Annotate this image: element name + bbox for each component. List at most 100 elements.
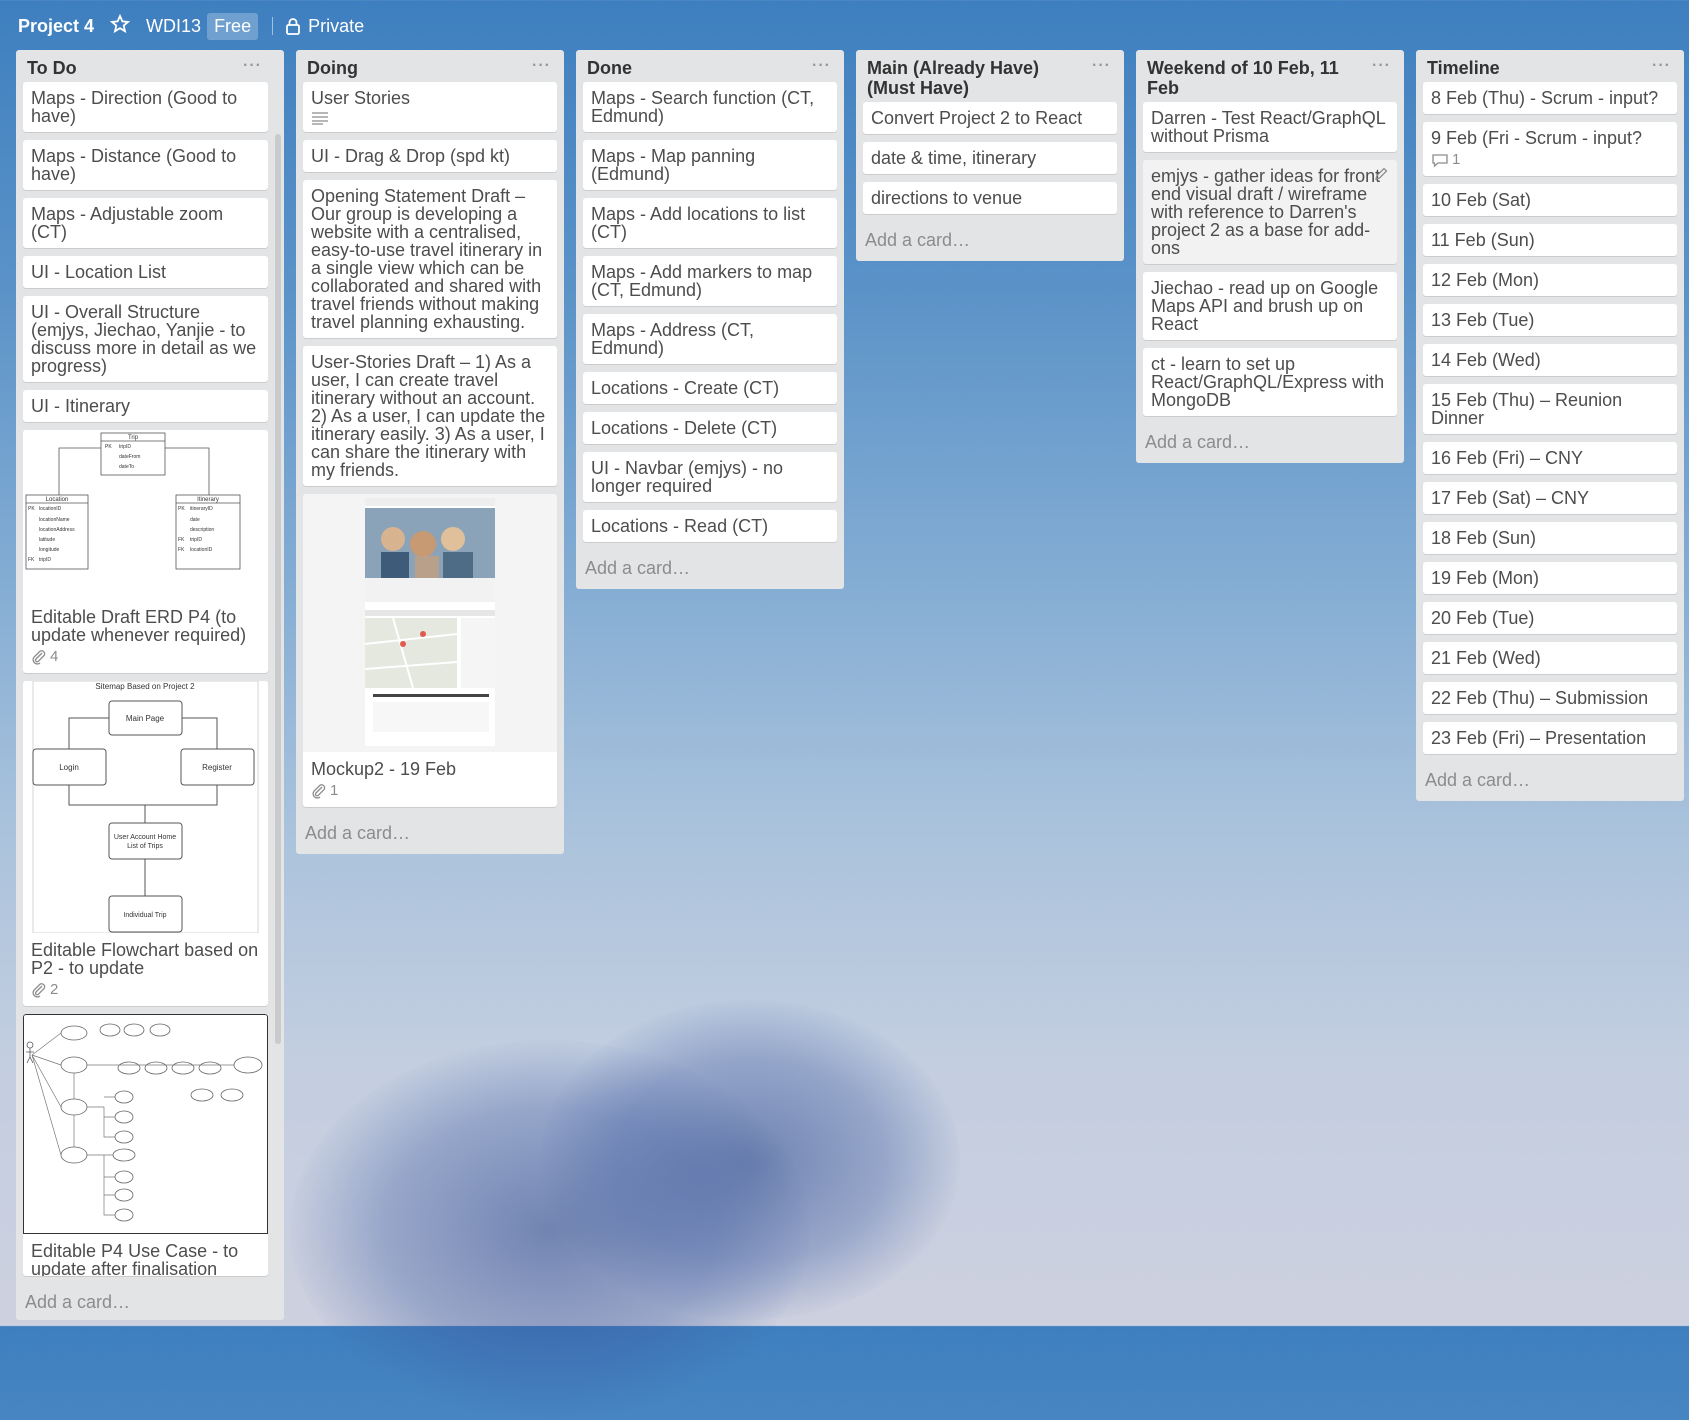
card-title: Darren - Test React/GraphQL without Pris… (1151, 108, 1386, 146)
card[interactable]: 10 Feb (Sat) (1423, 184, 1677, 216)
list-title[interactable]: Main (Already Have) (Must Have) (867, 58, 1039, 98)
flow-node: Individual Trip (123, 912, 166, 919)
visibility-button[interactable]: Private (285, 16, 364, 37)
card[interactable]: Maps - Add markers to map (CT, Edmund) (583, 256, 837, 306)
card[interactable]: ct - learn to set up React/GraphQL/Expre… (1143, 348, 1397, 416)
add-card-button[interactable]: Add a card… (583, 550, 837, 589)
card[interactable]: 12 Feb (Mon) (1423, 264, 1677, 296)
card-title: Maps - Add markers to map (CT, Edmund) (591, 262, 813, 300)
edit-pencil-icon[interactable] (1373, 166, 1389, 185)
workspace-name[interactable]: WDI13 (146, 16, 201, 37)
list-menu-icon[interactable]: ··· (1652, 56, 1671, 76)
comment-icon (1432, 154, 1448, 168)
card-title: directions to venue (871, 188, 1023, 208)
card-use-case[interactable]: Editable P4 Use Case - to update after f… (23, 1014, 268, 1276)
card[interactable]: Jiechao - read up on Google Maps API and… (1143, 272, 1397, 340)
card[interactable]: UI - Navbar (emjys) - no longer required (583, 452, 837, 502)
card-badges: 1 (1431, 151, 1669, 169)
card[interactable]: 13 Feb (Tue) (1423, 304, 1677, 336)
card-erd[interactable]: Trip PK tripID dateFrom dateTo Location … (23, 430, 268, 673)
list-title[interactable]: Timeline (1427, 58, 1500, 78)
card-badges (311, 111, 549, 125)
list-title[interactable]: Done (587, 58, 632, 78)
card[interactable]: Opening Statement Draft – Our group is d… (303, 180, 557, 338)
card-title: 21 Feb (Wed) (1431, 648, 1541, 668)
card[interactable]: 18 Feb (Sun) (1423, 522, 1677, 554)
add-card-button[interactable]: Add a card… (1143, 424, 1397, 463)
card[interactable]: Maps - Distance (Good to have) (23, 140, 268, 190)
card[interactable]: UI - Itinerary (23, 390, 268, 422)
description-icon (312, 112, 328, 125)
erd-field: longitude (39, 547, 60, 553)
list-done: Done ··· Maps - Search function (CT, Edmu… (576, 50, 844, 589)
card-title: UI - Navbar (emjys) - no longer required (591, 458, 784, 496)
card[interactable]: Maps - Search function (CT, Edmund) (583, 82, 837, 132)
card[interactable]: 8 Feb (Thu) - Scrum - input? (1423, 82, 1677, 114)
card[interactable]: Locations - Create (CT) (583, 372, 837, 404)
card[interactable]: Darren - Test React/GraphQL without Pris… (1143, 102, 1397, 152)
card-flowchart[interactable]: Sitemap Based on Project 2 Main Page Log… (23, 681, 268, 1006)
erd-field: tripID (39, 557, 51, 563)
card[interactable]: UI - Location List (23, 256, 268, 288)
list-title[interactable]: Weekend of 10 Feb, 11 Feb (1147, 58, 1339, 98)
card-title: Convert Project 2 to React (871, 108, 1083, 128)
card[interactable]: User Stories (303, 82, 557, 132)
paperclip-icon (32, 650, 46, 665)
card[interactable]: Maps - Address (CT, Edmund) (583, 314, 837, 364)
card-title: Editable Flowchart based on P2 - to upda… (31, 940, 259, 978)
card-title: Maps - Search function (CT, Edmund) (591, 88, 815, 126)
erd-field: tripID (119, 444, 131, 450)
card[interactable]: 23 Feb (Fri) – Presentation (1423, 722, 1677, 754)
list-menu-icon[interactable]: ··· (243, 56, 262, 76)
card[interactable]: Maps - Map panning (Edmund) (583, 140, 837, 190)
list-menu-icon[interactable]: ··· (812, 56, 831, 76)
card[interactable]: UI - Drag & Drop (spd kt) (303, 140, 557, 172)
card[interactable]: Maps - Direction (Good to have) (23, 82, 268, 132)
erd-field: description (190, 527, 214, 533)
card[interactable]: Maps - Adjustable zoom (CT) (23, 198, 268, 248)
card-title: 11 Feb (Sun) (1431, 230, 1535, 250)
card[interactable]: Locations - Delete (CT) (583, 412, 837, 444)
list-menu-icon[interactable]: ··· (1092, 56, 1111, 76)
card[interactable]: 20 Feb (Tue) (1423, 602, 1677, 634)
card[interactable]: 21 Feb (Wed) (1423, 642, 1677, 674)
card-title: Jiechao - read up on Google Maps API and… (1151, 278, 1379, 334)
card[interactable]: Maps - Add locations to list (CT) (583, 198, 837, 248)
attachment-count: 4 (50, 648, 59, 665)
card[interactable]: 14 Feb (Wed) (1423, 344, 1677, 376)
card-title: Locations - Read (CT) (591, 516, 769, 536)
card[interactable]: 15 Feb (Thu) – Reunion Dinner (1423, 384, 1677, 434)
add-card-button[interactable]: Add a card… (863, 222, 1117, 261)
card[interactable]: date & time, itinerary (863, 142, 1117, 174)
card[interactable]: UI - Overall Structure (emjys, Jiechao, … (23, 296, 268, 382)
board-title[interactable]: Project 4 (18, 16, 94, 37)
erd-pk: PK (105, 444, 112, 450)
card[interactable]: 22 Feb (Thu) – Submission (1423, 682, 1677, 714)
star-icon[interactable] (109, 13, 131, 39)
card[interactable]: directions to venue (863, 182, 1117, 214)
card-mockup[interactable]: Mockup2 - 19 Feb 1 (303, 494, 557, 807)
list-menu-icon[interactable]: ··· (532, 56, 551, 76)
card[interactable]: 19 Feb (Mon) (1423, 562, 1677, 594)
card[interactable]: 9 Feb (Fri - Scrum - input? 1 (1423, 122, 1677, 176)
add-card-button[interactable]: Add a card… (25, 1292, 130, 1313)
card[interactable]: 16 Feb (Fri) – CNY (1423, 442, 1677, 474)
list-title[interactable]: To Do (27, 58, 77, 78)
add-card-button[interactable]: Add a card… (1423, 762, 1677, 801)
card[interactable]: 11 Feb (Sun) (1423, 224, 1677, 256)
card[interactable]: Convert Project 2 to React (863, 102, 1117, 134)
erd-field: locationName (39, 517, 70, 523)
card-badges: 4 (31, 648, 260, 666)
plan-badge[interactable]: Free (207, 12, 259, 40)
card[interactable]: emjys - gather ideas for front end visua… (1143, 160, 1397, 264)
card[interactable]: Locations - Read (CT) (583, 510, 837, 542)
card-title: 16 Feb (Fri) – CNY (1431, 448, 1584, 468)
list-menu-icon[interactable]: ··· (1372, 56, 1391, 76)
add-card-button[interactable]: Add a card… (303, 815, 557, 854)
card[interactable]: 17 Feb (Sat) – CNY (1423, 482, 1677, 514)
list-title[interactable]: Doing (307, 58, 358, 78)
erd-pk: PK (178, 506, 185, 512)
card[interactable]: User-Stories Draft – 1) As a user, I can… (303, 346, 557, 486)
scrollbar[interactable] (275, 134, 281, 1044)
card-title: Maps - Direction (Good to have) (31, 88, 238, 126)
